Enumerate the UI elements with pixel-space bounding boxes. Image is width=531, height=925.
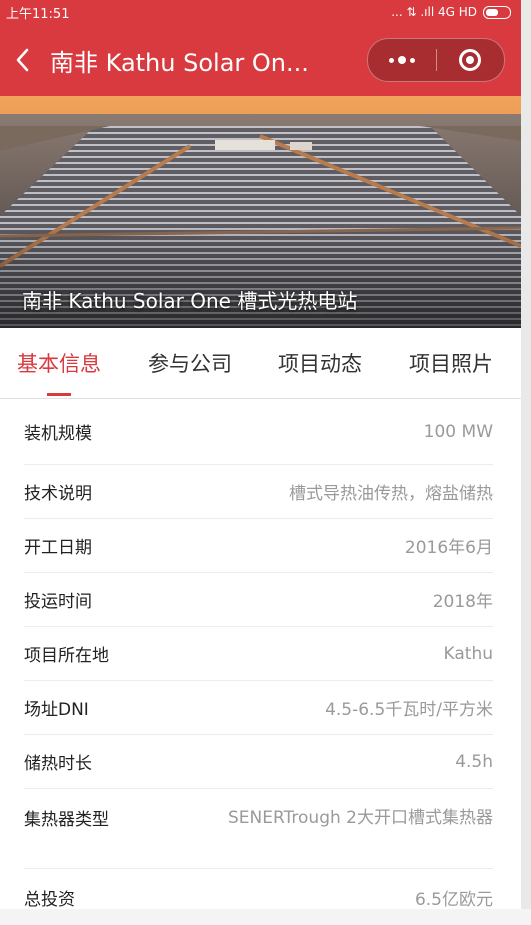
tab-project-photos[interactable]: 项目照片	[409, 348, 493, 378]
tab-label: 基本信息	[17, 352, 101, 376]
info-label: 投运时间	[24, 592, 92, 612]
close-program-button[interactable]	[437, 39, 505, 81]
more-button[interactable]	[368, 39, 436, 81]
page-title: 南非 Kathu Solar On...	[50, 48, 309, 77]
info-row-storage-duration: 储热时长 4.5h	[24, 735, 493, 789]
info-label: 总投资	[24, 889, 75, 910]
status-bar: 上午11:51 ... ⇅ .ıll 4G HD	[0, 0, 521, 24]
tab-label: 项目动态	[278, 352, 362, 376]
navigation-bar: 南非 Kathu Solar On...	[0, 24, 521, 96]
info-value: 4.5h	[455, 751, 493, 772]
info-value: 6.5亿欧元	[414, 889, 493, 910]
battery-icon	[483, 5, 511, 19]
target-circle-icon	[459, 49, 482, 71]
mini-program-capsule	[367, 38, 505, 82]
info-row-location: 项目所在地 Kathu	[24, 627, 493, 681]
basic-info-list: 装机规模 100 MW 技术说明 槽式导热油传热，熔盐储热 开工日期 2016年…	[0, 399, 521, 910]
status-time: 上午11:51	[6, 6, 70, 22]
info-row-technology: 技术说明 槽式导热油传热，熔盐储热	[24, 465, 493, 519]
info-row-operation-time: 投运时间 2018年	[24, 573, 493, 627]
info-label: 技术说明	[24, 484, 92, 504]
tab-project-news[interactable]: 项目动态	[278, 348, 362, 378]
tab-basic-info[interactable]: 基本信息	[17, 348, 101, 396]
info-row-site-dni: 场址DNI 4.5-6.5千瓦时/平方米	[24, 681, 493, 735]
info-value: 2018年	[432, 592, 493, 612]
info-value: 4.5-6.5千瓦时/平方米	[325, 700, 493, 720]
info-label: 开工日期	[24, 538, 92, 558]
tab-participating-companies[interactable]: 参与公司	[148, 348, 232, 378]
back-button[interactable]	[0, 24, 46, 96]
top-bar: 上午11:51 ... ⇅ .ıll 4G HD 南非 Kathu Solar …	[0, 0, 521, 96]
info-row-capacity: 装机规模 100 MW	[24, 399, 493, 465]
info-row-total-investment: 总投资 6.5亿欧元	[24, 869, 493, 925]
info-value: 槽式导热油传热，熔盐储热	[289, 484, 493, 504]
network-indicator: ... ⇅ .ıll 4G HD	[391, 5, 477, 19]
chevron-left-icon	[16, 48, 29, 72]
tab-bar: 基本信息 参与公司 项目动态 项目照片	[0, 328, 521, 399]
info-value: 100 MW	[423, 421, 493, 442]
hero-caption: 南非 Kathu Solar One 槽式光热电站	[22, 289, 358, 313]
info-label: 集热器类型	[24, 810, 109, 830]
tab-label: 参与公司	[148, 352, 232, 376]
status-indicators: ... ⇅ .ıll 4G HD	[391, 5, 511, 19]
info-value: SENERTrough 2大开口槽式集热器	[227, 808, 493, 828]
info-label: 装机规模	[24, 424, 92, 444]
info-value: Kathu	[443, 643, 493, 664]
active-tab-indicator	[47, 393, 71, 396]
info-value: 2016年6月	[404, 538, 493, 558]
scroll-edge	[521, 0, 531, 909]
info-row-start-date: 开工日期 2016年6月	[24, 519, 493, 573]
info-label: 储热时长	[24, 754, 92, 774]
more-dots-icon	[388, 56, 415, 64]
info-label: 场址DNI	[24, 700, 89, 720]
tab-label: 项目照片	[409, 352, 493, 376]
info-label: 项目所在地	[24, 646, 109, 666]
project-hero-image: 南非 Kathu Solar One 槽式光热电站	[0, 96, 521, 328]
info-row-collector-type: 集热器类型 SENERTrough 2大开口槽式集热器	[24, 789, 493, 869]
